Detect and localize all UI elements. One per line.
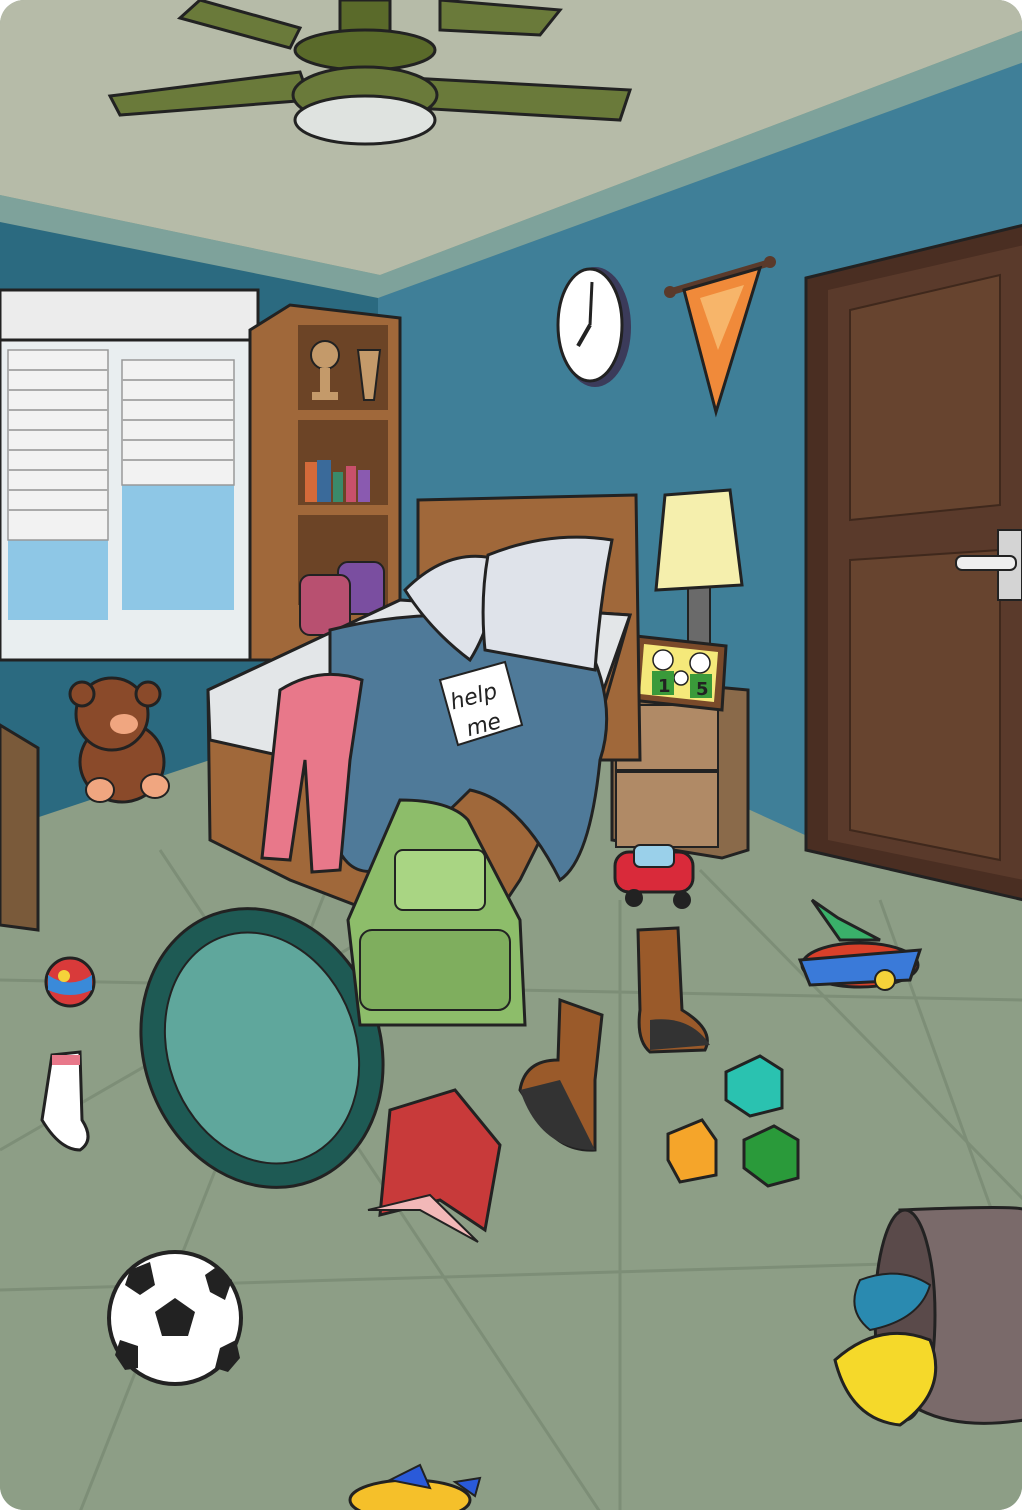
soccer-ball-icon[interactable] bbox=[107, 1250, 243, 1386]
game-scene: 1 5 help me bbox=[0, 0, 1022, 1510]
photo-frame: 1 5 bbox=[630, 634, 728, 712]
door-icon[interactable] bbox=[804, 223, 1022, 902]
frame-right-number: 5 bbox=[696, 679, 709, 700]
window-icon bbox=[0, 288, 260, 662]
frame-left-number: 1 bbox=[658, 676, 671, 697]
ball-icon[interactable] bbox=[44, 956, 96, 1008]
door-handle[interactable] bbox=[955, 555, 1017, 571]
clock-icon bbox=[556, 267, 631, 387]
desk bbox=[0, 723, 40, 932]
